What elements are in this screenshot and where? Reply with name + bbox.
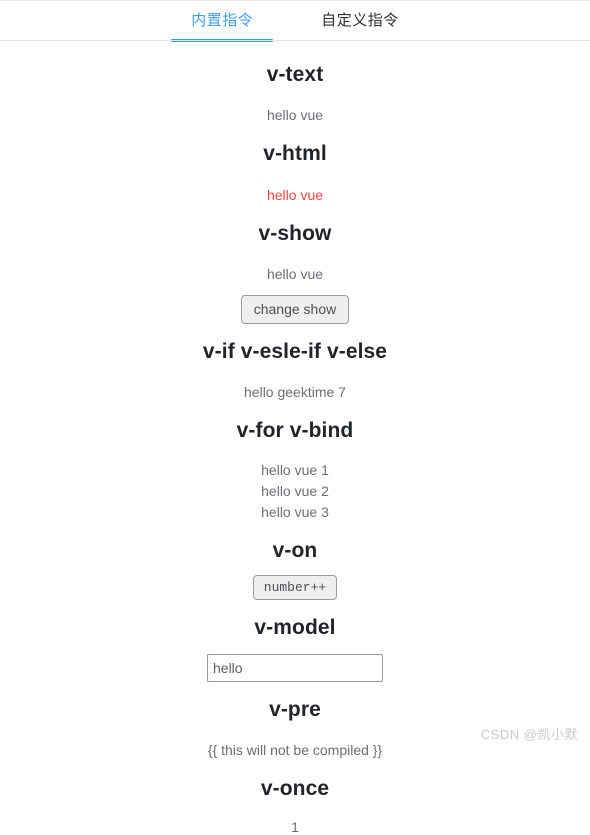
v-if-output: hello geektime 7 [244,384,346,401]
v-pre-output: {{ this will not be compiled }} [207,742,383,759]
tab-builtin-directives[interactable]: 内置指令 [171,1,274,42]
section-title-v-once: v-once [260,777,330,801]
section-title-v-model: v-model [254,616,336,640]
watermark: CSDN @凯小默 [480,727,578,742]
v-text-output: hello vue [266,107,324,124]
v-html-output: hello vue [266,186,324,203]
directives-content: v-text hello vue v-html hello vue v-show… [0,41,590,835]
list-item: hello vue 3 [261,503,329,520]
section-title-v-pre: v-pre [269,697,321,721]
v-model-input-row [0,653,590,682]
change-show-button[interactable]: change show [240,295,350,324]
v-show-button-row: change show [0,295,590,324]
tabs-header: 内置指令 自定义指令 [0,1,590,42]
v-on-button-row: number++ [0,574,590,601]
v-for-list: hello vue 1 hello vue 2 hello vue 3 [0,460,590,523]
section-title-v-for: v-for v-bind [236,419,354,443]
tab-label: 自定义指令 [321,12,399,29]
section-title-v-text: v-text [266,63,324,86]
v-show-output: hello vue [266,266,324,283]
section-title-v-html: v-html [263,142,327,166]
tab-custom-directives[interactable]: 自定义指令 [307,1,413,41]
tabs-container: 内置指令 自定义指令 [0,0,590,42]
section-title-v-on: v-on [272,538,318,562]
number-increment-button[interactable]: number++ [252,574,338,601]
v-once-output: 1 [291,819,299,835]
list-item: hello vue 1 [261,461,329,478]
tab-label: 内置指令 [191,12,254,29]
section-title-v-if: v-if v-esle-if v-else [202,339,388,363]
section-title-v-show: v-show [258,221,332,245]
list-item: hello vue 2 [261,482,329,499]
v-model-input[interactable] [207,653,383,682]
